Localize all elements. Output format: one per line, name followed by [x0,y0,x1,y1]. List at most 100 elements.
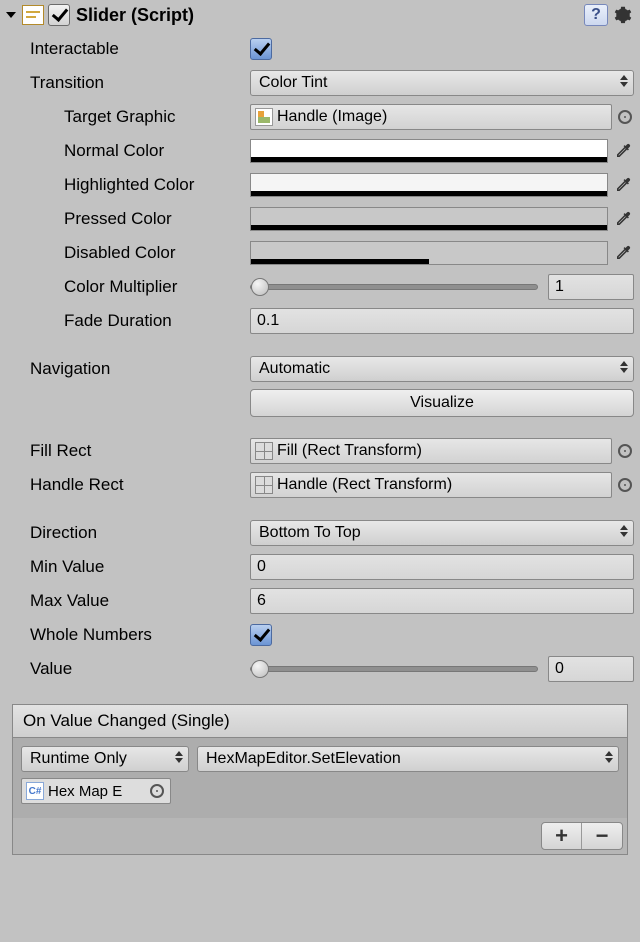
pressed-color-field[interactable] [250,207,608,231]
event-add-remove-buttons: + − [541,822,623,850]
handle-rect-field[interactable]: Handle (Rect Transform) [250,472,612,498]
fill-rect-field[interactable]: Fill (Rect Transform) [250,438,612,464]
max-value-text: 6 [257,592,266,610]
event-title: On Value Changed (Single) [13,705,627,738]
row-pressed-color: Pressed Color [6,202,634,236]
eyedropper-icon[interactable] [612,140,634,162]
direction-dropdown[interactable]: Bottom To Top [250,520,634,546]
label-pressed-color: Pressed Color [6,209,250,229]
row-fade-duration: Fade Duration 0.1 [6,304,634,338]
rect-transform-icon [255,442,273,460]
normal-color-field[interactable] [250,139,608,163]
event-call-mode-value: Runtime Only [30,750,127,768]
object-picker-button[interactable] [616,442,634,460]
label-color-multiplier: Color Multiplier [6,277,250,297]
min-value-text: 0 [257,558,266,576]
transition-dropdown[interactable]: Color Tint [250,70,634,96]
color-multiplier-input[interactable]: 1 [548,274,634,300]
row-value: Value 0 [6,652,634,686]
row-handle-rect: Handle Rect Handle (Rect Transform) [6,468,634,502]
row-normal-color: Normal Color [6,134,634,168]
row-highlighted-color: Highlighted Color [6,168,634,202]
label-handle-rect: Handle Rect [6,475,250,495]
foldout-toggle[interactable] [6,12,16,18]
navigation-value: Automatic [259,360,330,378]
label-disabled-color: Disabled Color [6,243,250,263]
color-multiplier-slider[interactable] [250,274,544,300]
row-target-graphic: Target Graphic Handle (Image) [6,100,634,134]
rect-transform-icon [255,476,273,494]
event-target-field[interactable]: C# Hex Map E [21,778,171,804]
label-fade-duration: Fade Duration [6,311,250,331]
row-color-multiplier: Color Multiplier 1 [6,270,634,304]
add-event-button[interactable]: + [542,823,582,849]
row-max-value: Max Value 6 [6,584,634,618]
on-value-changed-event: On Value Changed (Single) Runtime Only H… [12,704,628,855]
eyedropper-icon[interactable] [612,208,634,230]
label-min-value: Min Value [6,557,250,577]
row-min-value: Min Value 0 [6,550,634,584]
slider-component-inspector: Slider (Script) ? Interactable Transitio… [0,0,640,861]
transition-value: Color Tint [259,74,327,92]
label-transition: Transition [6,73,250,93]
fade-duration-input[interactable]: 0.1 [250,308,634,334]
visualize-button[interactable]: Visualize [250,389,634,417]
label-max-value: Max Value [6,591,250,611]
color-multiplier-value: 1 [555,278,564,296]
visualize-label: Visualize [410,394,474,412]
remove-event-button[interactable]: − [582,823,622,849]
component-header[interactable]: Slider (Script) ? [6,2,634,32]
row-interactable: Interactable [6,32,634,66]
event-target-value: Hex Map E [48,783,122,800]
label-normal-color: Normal Color [6,141,250,161]
row-transition: Transition Color Tint [6,66,634,100]
interactable-checkbox[interactable] [250,38,272,60]
gear-icon[interactable] [612,4,634,26]
image-icon [255,108,273,126]
object-picker-button[interactable] [148,782,166,800]
label-target-graphic: Target Graphic [6,107,250,127]
event-body: Runtime Only HexMapEditor.SetElevation C… [13,738,627,818]
fade-duration-value: 0.1 [257,312,279,330]
object-picker-button[interactable] [616,108,634,126]
handle-rect-value: Handle (Rect Transform) [277,476,452,494]
label-highlighted-color: Highlighted Color [6,175,250,195]
label-interactable: Interactable [6,39,250,59]
object-picker-button[interactable] [616,476,634,494]
value-text: 0 [555,660,564,678]
direction-value: Bottom To Top [259,524,361,542]
label-navigation: Navigation [6,359,250,379]
cs-script-icon: C# [26,782,44,800]
label-value: Value [6,659,250,679]
eyedropper-icon[interactable] [612,242,634,264]
target-graphic-value: Handle (Image) [277,108,387,126]
highlighted-color-field[interactable] [250,173,608,197]
row-navigation: Navigation Automatic [6,352,634,386]
label-fill-rect: Fill Rect [6,441,250,461]
component-title: Slider (Script) [76,5,194,26]
row-visualize: Visualize [6,386,634,420]
fill-rect-value: Fill (Rect Transform) [277,442,422,460]
target-graphic-field[interactable]: Handle (Image) [250,104,612,130]
value-input[interactable]: 0 [548,656,634,682]
event-footer: + − [13,818,627,854]
event-method-value: HexMapEditor.SetElevation [206,750,401,768]
event-method-dropdown[interactable]: HexMapEditor.SetElevation [197,746,619,772]
value-slider[interactable] [250,656,544,682]
whole-numbers-checkbox[interactable] [250,624,272,646]
min-value-input[interactable]: 0 [250,554,634,580]
navigation-dropdown[interactable]: Automatic [250,356,634,382]
eyedropper-icon[interactable] [612,174,634,196]
row-disabled-color: Disabled Color [6,236,634,270]
max-value-input[interactable]: 6 [250,588,634,614]
row-fill-rect: Fill Rect Fill (Rect Transform) [6,434,634,468]
row-whole-numbers: Whole Numbers [6,618,634,652]
help-icon[interactable]: ? [584,4,608,26]
script-icon [22,5,44,25]
label-direction: Direction [6,523,250,543]
label-whole-numbers: Whole Numbers [6,625,250,645]
component-enabled-checkbox[interactable] [48,4,70,26]
event-call-mode-dropdown[interactable]: Runtime Only [21,746,189,772]
row-direction: Direction Bottom To Top [6,516,634,550]
disabled-color-field[interactable] [250,241,608,265]
